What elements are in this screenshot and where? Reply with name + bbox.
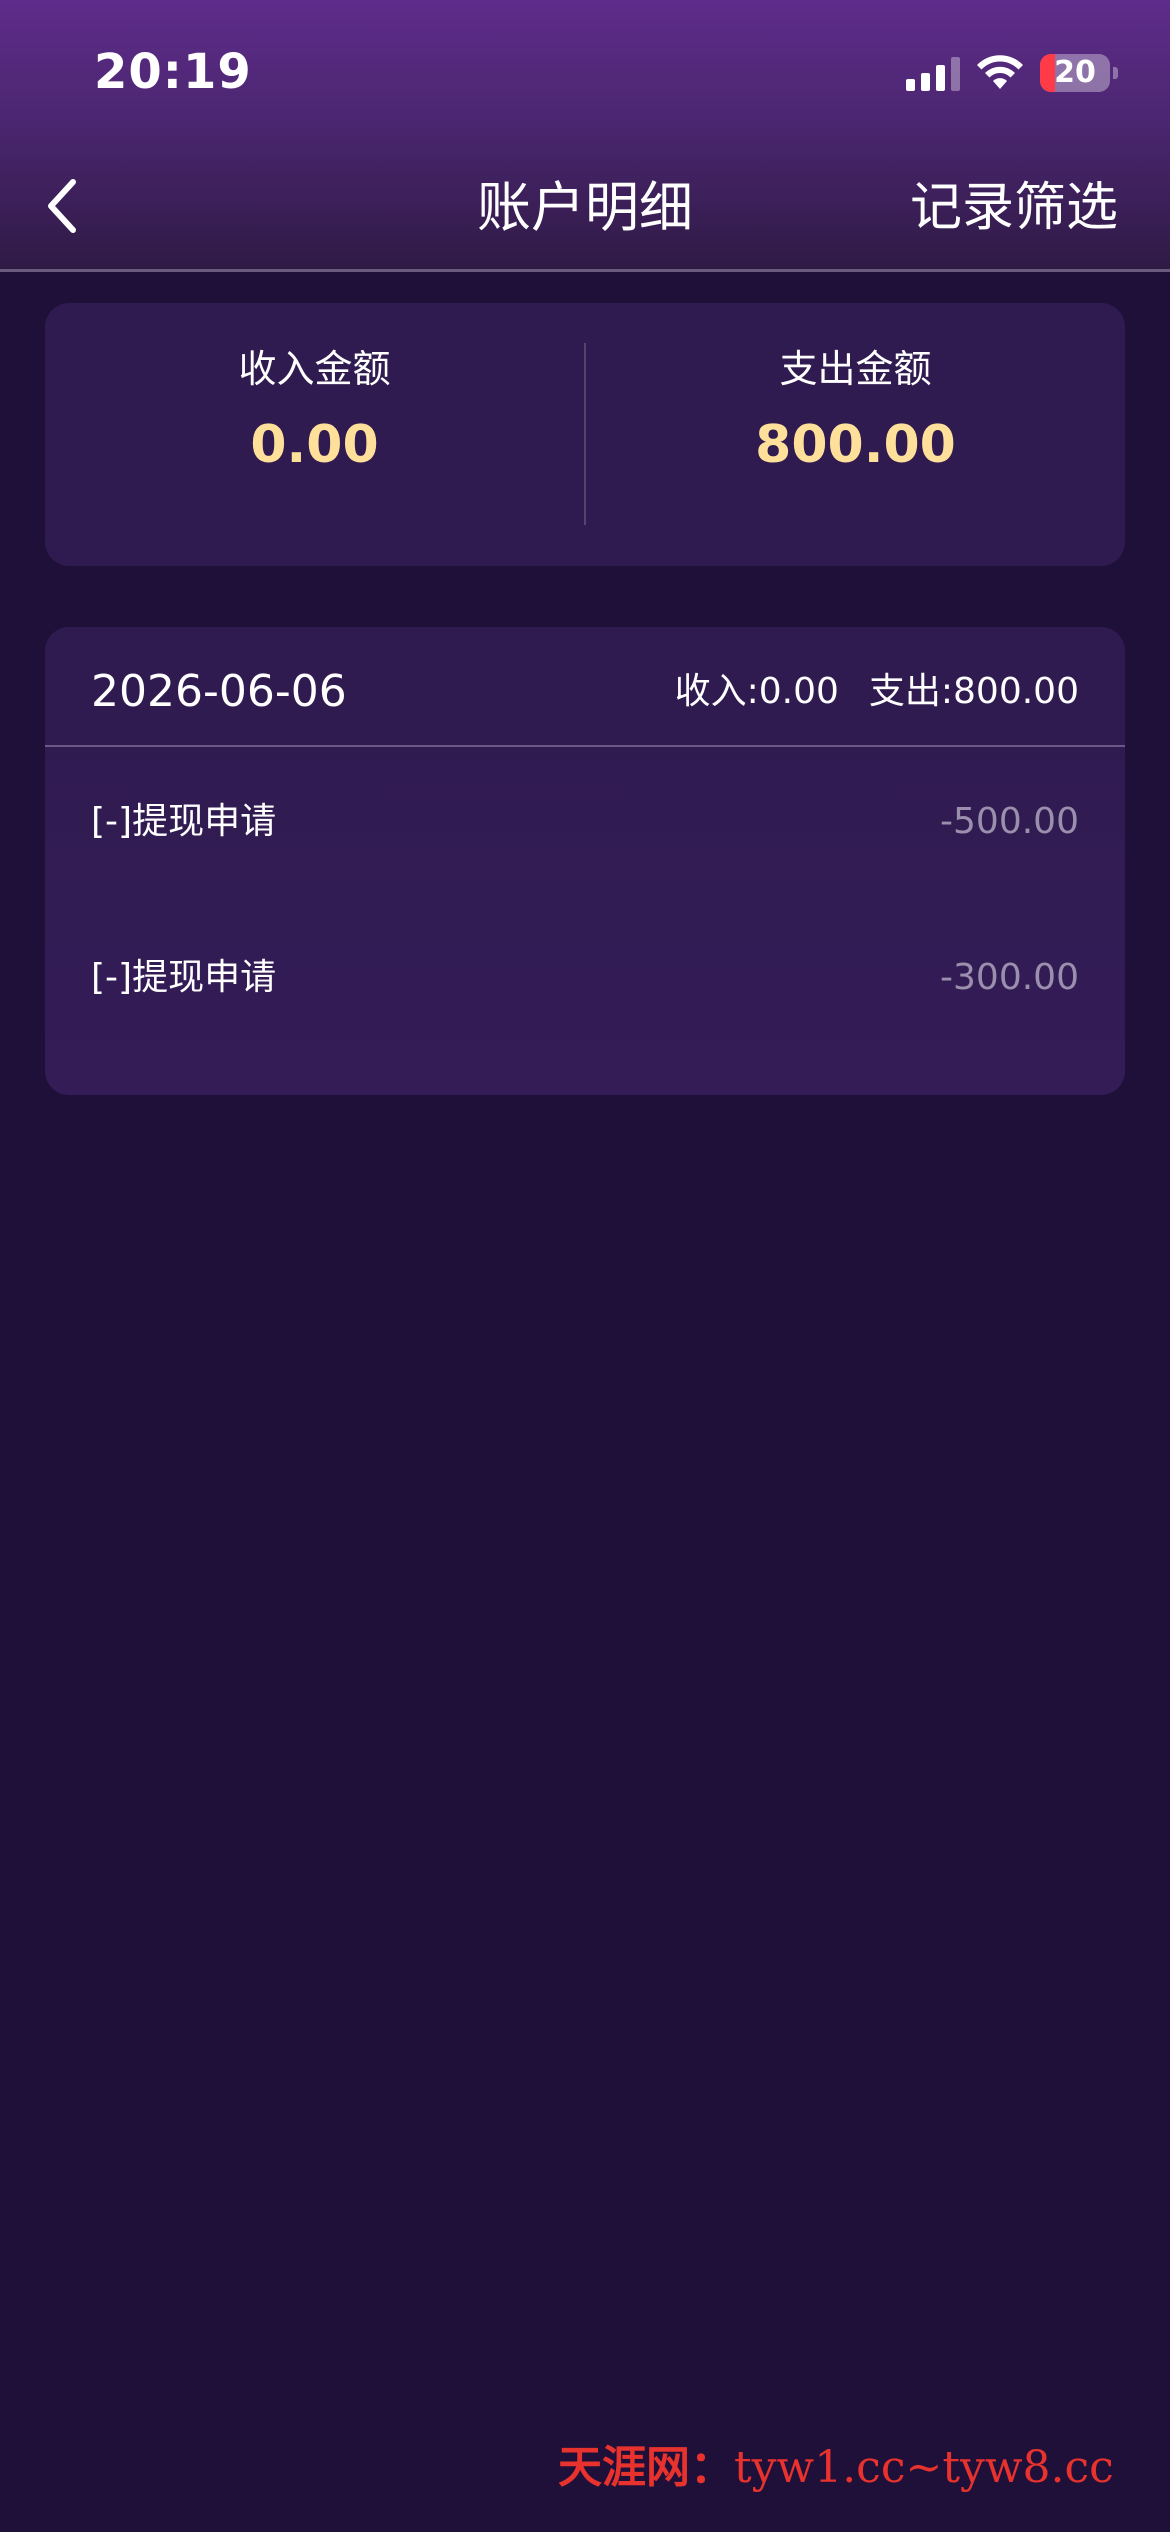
income-summary: 收入金额 0.00 [45,303,584,566]
expense-value: 800.00 [755,415,956,475]
day-summary: 收入:0.00 支出:800.00 [675,667,1079,717]
filter-records-button[interactable]: 记录筛选 [910,174,1118,242]
income-value: 0.00 [250,415,379,475]
status-time: 20:19 [94,44,252,100]
day-income: 收入:0.00 [674,671,839,712]
status-icons: 20 [906,50,1118,96]
battery-tip [1113,67,1118,79]
record-amount: -300.00 [940,957,1079,998]
day-header: 2026-06-06 收入:0.00 支出:800.00 [45,627,1125,747]
signal-icon [906,55,960,91]
list-item[interactable]: [-]提现申请 -300.00 [45,903,1125,1059]
day-record-card: 2026-06-06 收入:0.00 支出:800.00 [-]提现申请 -50… [45,627,1125,1095]
list-item[interactable]: [-]提现申请 -500.00 [45,747,1125,903]
record-title: [-]提现申请 [91,801,277,842]
watermark: 天涯网：tyw1.cc~tyw8.cc [558,2438,1114,2498]
expense-label: 支出金额 [779,347,932,391]
battery-percent: 20 [1054,55,1096,90]
income-label: 收入金额 [238,347,391,391]
day-expense: 支出:800.00 [868,671,1079,712]
watermark-cn: 天涯网： [558,2442,734,2493]
wifi-icon [977,55,1023,89]
account-detail-page: 20:19 20 账户明细 记录筛选 收入金额 0.00 支出金额 800.00… [0,0,1170,2532]
record-amount: -500.00 [940,801,1079,842]
expense-summary: 支出金额 800.00 [586,303,1125,566]
summary-card: 收入金额 0.00 支出金额 800.00 [45,303,1125,566]
header: 20:19 20 账户明细 记录筛选 [0,0,1170,272]
watermark-url: tyw1.cc~tyw8.cc [734,2442,1114,2493]
battery-icon: 20 [1040,54,1110,92]
record-title: [-]提现申请 [91,957,277,998]
day-date: 2026-06-06 [91,666,347,717]
